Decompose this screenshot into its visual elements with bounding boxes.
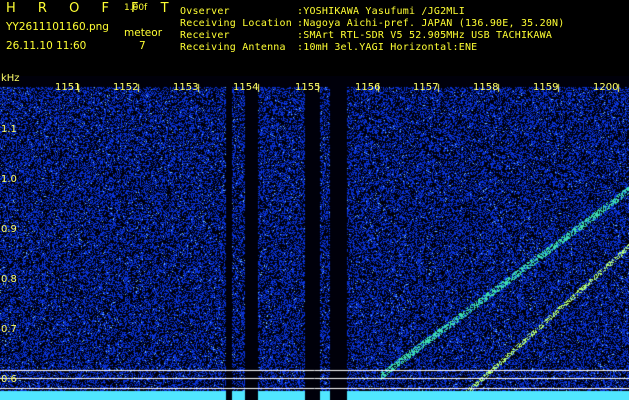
y-tick-label: 1.0 [1, 174, 17, 185]
app-name: H R O F F T [6, 1, 178, 16]
info-label-receiver: Receiver [180, 30, 230, 41]
x-tick-label: 1153 [173, 82, 199, 93]
x-tick-label: 1154 [233, 82, 259, 93]
info-value-location: :Nagoya Aichi-pref. JAPAN (136.90E, 35.2… [297, 18, 565, 29]
y-unit-label: kHz [1, 73, 20, 84]
info-value-antenna: :10mH 3el.YAGI Horizontal:ENE [297, 42, 478, 53]
info-label-antenna: Receiving Antenna [180, 42, 286, 53]
y-tick-label: 0.7 [1, 324, 17, 335]
file-name: YY2611101160.png [6, 21, 109, 33]
info-label-location: Receiving Location [180, 18, 292, 29]
header: H R O F F T 1.00f YY2611101160.png meteo… [0, 0, 629, 76]
y-tick-label: 0.6 [1, 374, 17, 385]
info-value-observer: :YOSHIKAWA Yasufumi /JG2MLI [297, 6, 465, 17]
date-time: 26.11.10 11:60 [6, 40, 87, 52]
meteor-count: 7 [139, 40, 146, 52]
spectrogram-panel: kHz 1.1 1.0 0.9 0.8 0.7 0.6 1151 1152 11… [0, 73, 629, 400]
app-version: 1.00f [124, 3, 148, 13]
y-tick-label: 0.8 [1, 274, 17, 285]
x-tick-label: 1158 [473, 82, 499, 93]
x-tick-label: 1155 [295, 82, 321, 93]
y-tick-label: 1.1 [1, 124, 17, 135]
x-tick-label: 1157 [413, 82, 439, 93]
x-tick-label: 1159 [533, 82, 559, 93]
info-value-receiver: :SMArt RTL-SDR V5 52.905MHz USB TACHIKAW… [297, 30, 553, 41]
info-label-observer: Ovserver [180, 6, 230, 17]
mode-label: meteor [124, 27, 163, 39]
spectrogram-canvas [0, 76, 629, 400]
x-tick-label: 1151 [55, 82, 81, 93]
y-tick-label: 0.9 [1, 224, 17, 235]
x-tick-label: 1156 [355, 82, 381, 93]
x-tick-label: 1152 [113, 82, 139, 93]
x-tick-label: 1200 [593, 82, 619, 93]
